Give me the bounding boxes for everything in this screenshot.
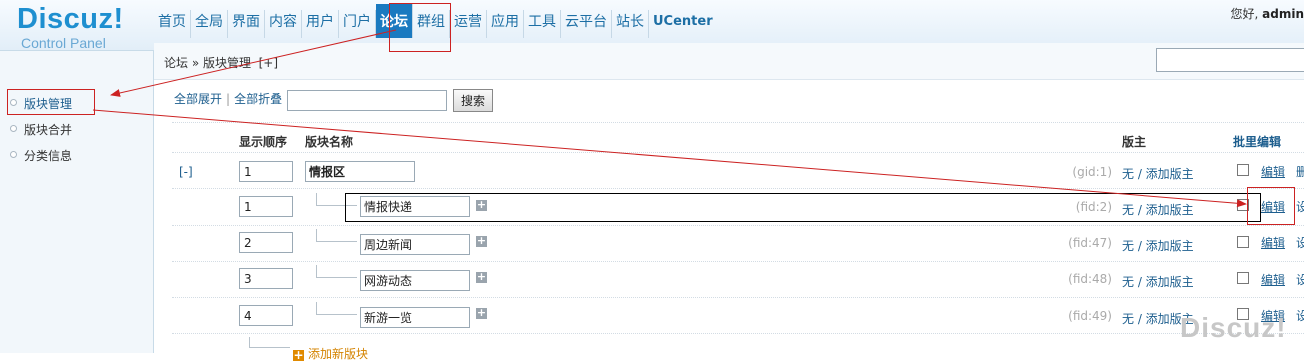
greeting-text: 您好, — [1231, 7, 1263, 21]
settings-link[interactable]: 设 — [1296, 234, 1304, 251]
row-checkbox[interactable] — [1237, 236, 1249, 248]
nav-tools[interactable]: 工具 — [524, 10, 561, 38]
order-input[interactable] — [239, 196, 293, 217]
nav-content[interactable]: 内容 — [265, 10, 302, 38]
separator: | — [226, 92, 230, 106]
nav-webmaster[interactable]: 站长 — [612, 10, 649, 38]
forum-toolbar: 全部展开|全部折叠 搜索 — [174, 90, 282, 114]
divider — [172, 225, 1304, 226]
add-subforum-icon[interactable]: + — [476, 272, 487, 283]
sidebar-item-thread-types[interactable]: 分类信息 — [10, 147, 72, 164]
moderator-link[interactable]: 无 / 添加版主 — [1122, 273, 1194, 290]
sidebar-item-label: 分类信息 — [24, 149, 72, 163]
collapse-toggle[interactable]: [-] — [179, 165, 193, 179]
add-subforum-icon[interactable]: + — [476, 236, 487, 247]
tree-connector — [249, 337, 290, 348]
add-icon: + — [293, 350, 304, 361]
order-input[interactable] — [239, 232, 293, 253]
expand-all-link[interactable]: 全部展开 — [174, 92, 222, 106]
order-input[interactable] — [239, 161, 293, 182]
divider — [172, 261, 1304, 262]
settings-link[interactable]: 设 — [1296, 198, 1304, 215]
username[interactable]: admin — [1262, 7, 1304, 21]
col-header-order: 显示顺序 — [239, 133, 287, 150]
tree-connector — [316, 229, 357, 242]
search-button[interactable]: 搜索 — [453, 89, 493, 112]
tree-connector — [316, 265, 357, 278]
col-header-name: 版块名称 — [305, 133, 353, 150]
tree-connector — [316, 302, 357, 315]
nav-home[interactable]: 首页 — [154, 10, 191, 38]
nav-users[interactable]: 用户 — [302, 10, 339, 38]
watermark-logo: Discuz! — [1180, 312, 1287, 344]
sidebar-item-forum-merge[interactable]: 版块合并 — [10, 121, 72, 138]
nav-apps[interactable]: 应用 — [487, 10, 524, 38]
forum-name-input[interactable] — [360, 270, 470, 291]
nav-ucenter[interactable]: UCenter — [649, 10, 717, 38]
nav-portal[interactable]: 门户 — [339, 10, 376, 38]
forum-id-label: (fid:48) — [1060, 272, 1112, 286]
col-header-batch-edit[interactable]: 批里编辑 — [1233, 133, 1281, 150]
add-forum-link[interactable]: + 添加新版块 — [293, 345, 368, 362]
delete-link[interactable]: 删 — [1296, 163, 1304, 180]
row-checkbox[interactable] — [1237, 272, 1249, 284]
logo-brand: Discuz! — [17, 3, 124, 35]
divider — [172, 297, 1304, 298]
highlight-box-forum-tab — [389, 3, 451, 52]
order-input[interactable] — [239, 268, 293, 289]
edit-link[interactable]: 编辑 — [1261, 271, 1285, 288]
divider — [172, 122, 1304, 123]
moderator-link[interactable]: 无 / 添加版主 — [1122, 237, 1194, 254]
order-input[interactable] — [239, 305, 293, 326]
top-search-input[interactable] — [1156, 48, 1304, 72]
highlight-box-edit — [1247, 187, 1295, 225]
forum-id-label: (fid:47) — [1060, 236, 1112, 250]
col-header-moderator: 版主 — [1122, 133, 1146, 150]
add-subforum-icon[interactable]: + — [476, 308, 487, 319]
divider — [172, 152, 1304, 153]
settings-link[interactable]: 设 — [1296, 271, 1304, 288]
collapse-all-link[interactable]: 全部折叠 — [234, 92, 282, 106]
bullet-icon — [10, 151, 17, 158]
forum-name-input[interactable] — [305, 161, 415, 182]
forum-id-label: (fid:49) — [1060, 309, 1112, 323]
edit-link[interactable]: 编辑 — [1261, 163, 1285, 180]
divider — [172, 333, 1304, 334]
user-greeting: 您好, admin — [1231, 5, 1304, 22]
breadcrumb: 论坛 » 版块管理 [+] — [164, 54, 278, 71]
edit-link[interactable]: 编辑 — [1261, 234, 1285, 251]
breadcrumb-bar: 论坛 » 版块管理 [+] — [154, 43, 1304, 80]
arrow-to-edit — [93, 110, 1246, 204]
sidebar-item-label: 版块合并 — [24, 123, 72, 137]
forum-id-label: (gid:1) — [1060, 165, 1112, 179]
nav-cloud[interactable]: 云平台 — [561, 10, 612, 38]
logo: Discuz! Control Panel — [17, 3, 124, 51]
row-checkbox[interactable] — [1237, 164, 1249, 176]
highlight-box-sidebar — [7, 89, 95, 115]
forum-name-input[interactable] — [360, 234, 470, 255]
settings-link[interactable]: 设 — [1296, 307, 1304, 324]
nav-operations[interactable]: 运营 — [450, 10, 487, 38]
logo-subtitle: Control Panel — [21, 35, 124, 51]
bullet-icon — [10, 125, 17, 132]
forum-name-input[interactable] — [360, 307, 470, 328]
add-forum-label: 添加新版块 — [308, 347, 368, 361]
forum-filter-input[interactable] — [287, 90, 447, 111]
divider — [172, 188, 1304, 189]
nav-global[interactable]: 全局 — [191, 10, 228, 38]
nav-interface[interactable]: 界面 — [228, 10, 265, 38]
highlight-box-row — [345, 193, 1261, 222]
moderator-link[interactable]: 无 / 添加版主 — [1122, 165, 1194, 182]
